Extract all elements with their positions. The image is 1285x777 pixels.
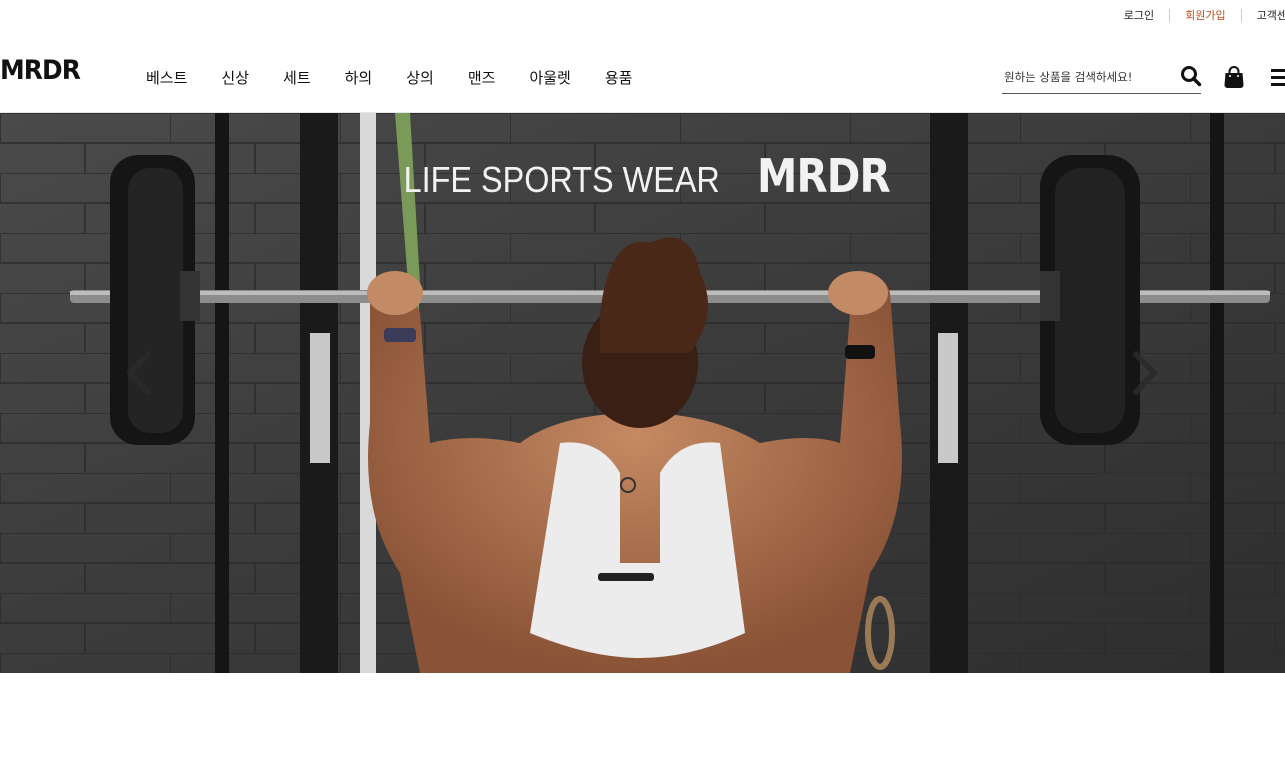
utility-bar: 로그인 회원가입 고객센 xyxy=(0,0,1285,30)
nav-item-tops[interactable]: 상의 xyxy=(406,67,434,88)
nav-item-set[interactable]: 세트 xyxy=(283,67,311,88)
site-header: MRDR 베스트 신상 세트 하의 상의 맨즈 아울렛 용품 xyxy=(0,30,1285,113)
main-nav: 베스트 신상 세트 하의 상의 맨즈 아울렛 용품 xyxy=(146,67,666,88)
nav-item-mens[interactable]: 맨즈 xyxy=(468,67,496,88)
hero-headline: LIFE SPORTS WEAR MRDR xyxy=(0,149,1285,203)
login-link[interactable]: 로그인 xyxy=(1124,7,1154,23)
hero-banner[interactable]: LIFE SPORTS WEAR MRDR xyxy=(0,113,1285,673)
divider xyxy=(1240,8,1242,22)
nav-item-new[interactable]: 신상 xyxy=(221,67,249,88)
signup-link[interactable]: 회원가입 xyxy=(1185,7,1225,23)
nav-item-outlet[interactable]: 아울렛 xyxy=(529,67,570,88)
nav-item-bottoms[interactable]: 하의 xyxy=(345,67,373,88)
chevron-right-icon[interactable] xyxy=(1128,348,1162,398)
shopping-bag-icon[interactable] xyxy=(1222,65,1246,89)
search-box xyxy=(1002,62,1201,94)
divider xyxy=(1169,8,1171,22)
hero-headline-brand: MRDR xyxy=(756,149,891,203)
utility-links: 로그인 회원가입 고객센 xyxy=(1124,7,1285,23)
search-input[interactable] xyxy=(1004,70,1169,84)
nav-item-best[interactable]: 베스트 xyxy=(146,67,187,88)
chevron-left-icon[interactable] xyxy=(122,348,156,398)
nav-item-accessories[interactable]: 용품 xyxy=(605,67,633,88)
hero-headline-light: LIFE SPORTS WEAR xyxy=(403,159,721,200)
customer-center-link[interactable]: 고객센 xyxy=(1257,7,1285,23)
site-logo[interactable]: MRDR xyxy=(0,55,81,86)
search-icon[interactable] xyxy=(1180,65,1202,87)
hamburger-menu-icon[interactable] xyxy=(1271,69,1285,89)
